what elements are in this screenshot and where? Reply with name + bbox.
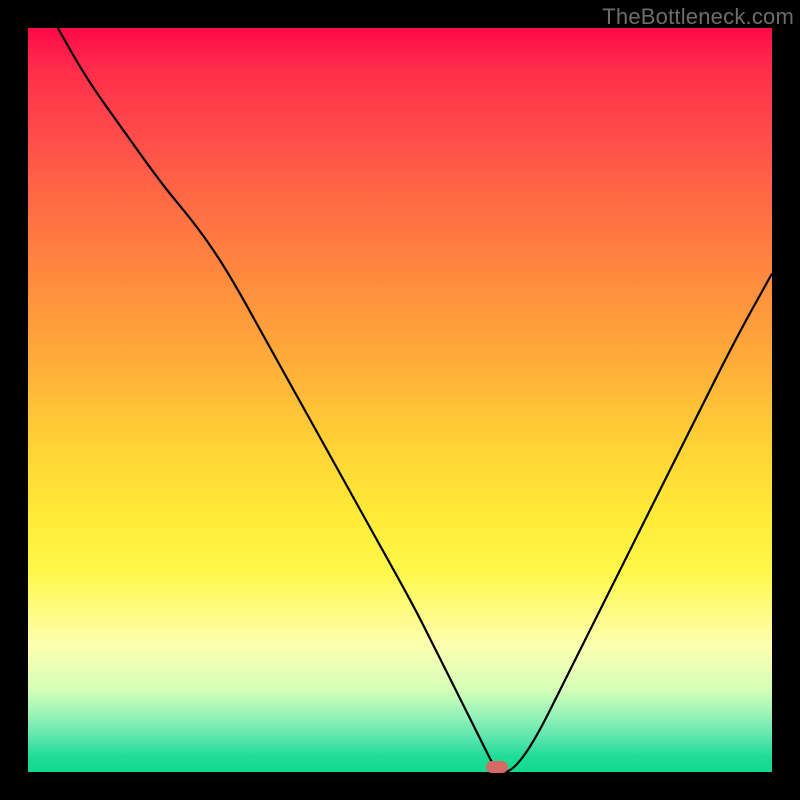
bottleneck-marker (486, 761, 508, 773)
chart-frame: TheBottleneck.com (0, 0, 800, 800)
watermark-text: TheBottleneck.com (602, 4, 794, 30)
plot-area (28, 28, 772, 772)
